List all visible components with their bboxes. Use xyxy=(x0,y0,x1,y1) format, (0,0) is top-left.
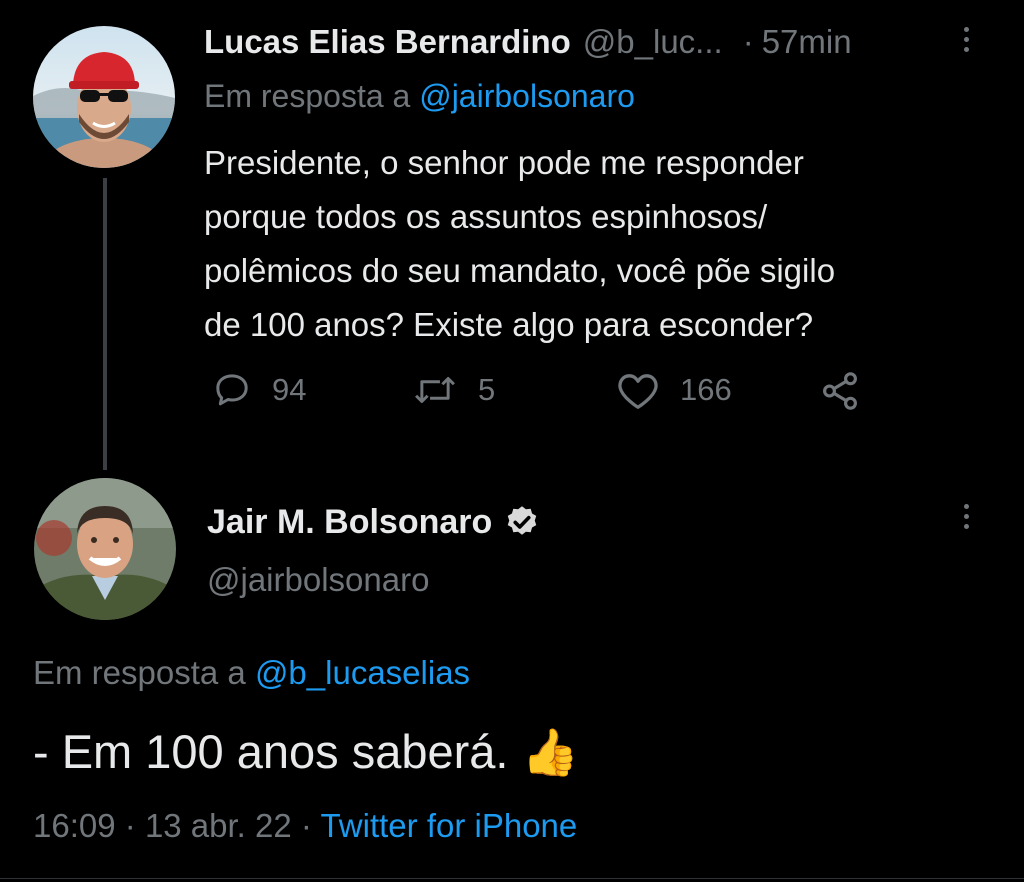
tweet-text-line: porque todos os assuntos espinhosos/ xyxy=(204,198,768,235)
reply-icon xyxy=(212,370,252,410)
author-handle[interactable]: @jairbolsonaro xyxy=(207,558,429,602)
tweet-source-link[interactable]: Twitter for iPhone xyxy=(320,807,577,844)
tweet-text: - Em 100 anos saberá. xyxy=(33,725,509,778)
thumbs-up-emoji: 👍 xyxy=(521,726,579,778)
reply-action[interactable]: 94 xyxy=(212,370,306,410)
share-icon[interactable] xyxy=(818,370,862,417)
thread-connector-line xyxy=(103,178,107,470)
tweet-time[interactable]: 16:09 xyxy=(33,807,116,844)
in-reply-handle-link[interactable]: @jairbolsonaro xyxy=(419,78,635,114)
avatar-lucas[interactable] xyxy=(33,26,175,168)
like-count: 166 xyxy=(680,372,732,407)
main-tweet-header: Jair M. Bolsonaro xyxy=(207,498,540,546)
tweet-metadata: 16:09 · 13 abr. 22 · Twitter for iPhone xyxy=(33,804,577,848)
verified-badge-icon xyxy=(504,504,540,540)
divider xyxy=(0,878,1024,879)
tweet-time[interactable]: 57min xyxy=(762,23,852,61)
in-reply-handle-link[interactable]: @b_lucaselias xyxy=(255,654,470,691)
tweet-text-line: polêmicos do seu mandato, você põe sigil… xyxy=(204,252,836,289)
separator-dot: · xyxy=(300,807,321,844)
tweet-date[interactable]: 13 abr. 22 xyxy=(145,807,292,844)
heart-icon xyxy=(616,370,660,410)
in-reply-prefix: Em resposta a xyxy=(33,654,246,691)
separator-dot: · xyxy=(742,23,754,60)
in-reply-prefix: Em resposta a xyxy=(204,78,411,114)
in-reply-to: Em resposta a @jairbolsonaro xyxy=(204,76,635,116)
main-tweet-text: - Em 100 anos saberá. 👍 xyxy=(33,720,579,784)
in-reply-to: Em resposta a @b_lucaselias xyxy=(33,651,470,695)
retweet-count: 5 xyxy=(478,372,496,407)
avatar-jair[interactable] xyxy=(34,478,176,620)
tweet-text-line: Presidente, o senhor pode me responder xyxy=(204,144,804,181)
more-options-icon[interactable] xyxy=(964,504,969,529)
like-action[interactable]: 166 xyxy=(616,370,732,410)
reply-tweet-text: Presidente, o senhor pode me responder p… xyxy=(204,136,835,352)
author-name[interactable]: Lucas Elias Bernardino xyxy=(204,23,571,61)
retweet-action[interactable]: 5 xyxy=(412,370,495,410)
separator-dot: · xyxy=(124,807,145,844)
reply-count: 94 xyxy=(272,372,307,407)
retweet-icon xyxy=(412,370,458,410)
author-name[interactable]: Jair M. Bolsonaro xyxy=(207,503,492,542)
reply-tweet-header: Lucas Elias Bernardino @b_luc... · 57min xyxy=(204,20,852,64)
more-options-icon[interactable] xyxy=(964,27,969,52)
author-handle[interactable]: @b_luc... xyxy=(583,23,723,61)
tweet-text-line: de 100 anos? Existe algo para esconder? xyxy=(204,306,814,343)
